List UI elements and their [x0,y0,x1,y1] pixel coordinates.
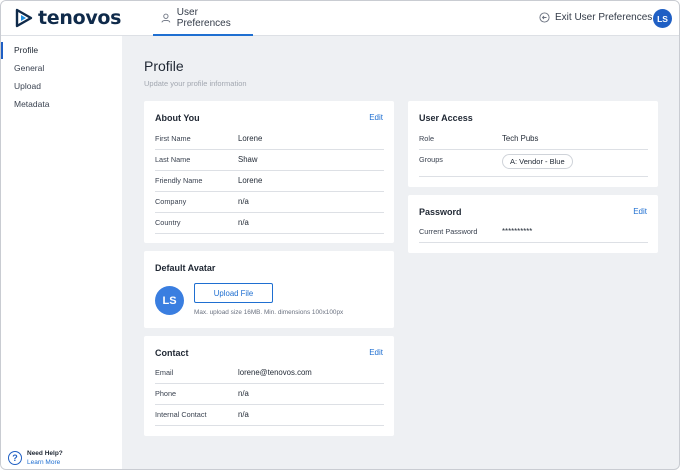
password-edit-link[interactable]: Edit [633,207,647,216]
about-you-card: About You Edit First Name Lorene Last Na… [144,101,394,243]
role-label: Role [419,134,435,143]
logo[interactable]: tenovos [15,7,122,29]
role-row: Role Tech Pubs [419,129,648,150]
field-value: Lorene [238,176,263,185]
field-row: Phone n/a [155,384,384,405]
logo-text: tenovos [38,7,122,29]
card-title: User Access [419,113,473,123]
tenovos-logo-icon [15,8,33,28]
user-access-card: User Access Role Tech Pubs Groups A: Ven… [408,101,658,187]
field-value: Lorene [238,134,263,143]
field-label: Email [155,368,174,377]
help-title: Need Help? [27,450,63,457]
password-value: ********** [502,227,533,236]
field-value: Shaw [238,155,258,164]
groups-label: Groups [419,155,443,164]
learn-more-link[interactable]: Learn More [27,458,63,467]
upload-note: Max. upload size 16MB. Min. dimensions 1… [194,309,344,316]
default-avatar-card: Default Avatar LS Upload File Max. uploa… [144,251,394,328]
card-title: Contact [155,348,189,358]
field-value: n/a [238,197,249,206]
field-label: Phone [155,389,177,398]
field-value: n/a [238,389,249,398]
password-label: Current Password [419,227,478,236]
help-link[interactable]: ? Need Help? Learn More [8,449,63,467]
help-icon: ? [8,451,22,465]
field-label: First Name [155,134,191,143]
groups-row: Groups A: Vendor - Blue [419,150,648,177]
field-row: Country n/a [155,213,384,234]
card-title: Password [419,207,462,217]
field-row: Email lorene@tenovos.com [155,363,384,384]
page-subtitle: Update your profile information [144,79,247,88]
sidebar-item-metadata[interactable]: Metadata [1,96,122,113]
field-value: lorene@tenovos.com [238,368,312,377]
contact-card: Contact Edit Email lorene@tenovos.com Ph… [144,336,394,436]
user-icon [161,13,171,23]
exit-icon [539,12,550,23]
tab-label: User Preferences [176,6,231,29]
field-label: Internal Contact [155,410,207,419]
password-row: Current Password ********** [419,222,648,243]
tab-user-preferences[interactable]: User Preferences [153,1,253,36]
avatar-preview: LS [155,286,184,315]
exit-preferences-link[interactable]: Exit User Preferences [539,12,652,23]
user-avatar[interactable]: LS [653,9,672,28]
field-row: Company n/a [155,192,384,213]
field-row: First Name Lorene [155,129,384,150]
field-label: Country [155,218,181,227]
upload-file-button[interactable]: Upload File [194,283,273,303]
top-header: tenovos User Preferences Exit User Prefe… [1,1,679,36]
sidebar-item-profile[interactable]: Profile [1,42,122,59]
contact-edit-link[interactable]: Edit [369,348,383,357]
sidebar: Profile General Upload Metadata [1,36,122,469]
about-edit-link[interactable]: Edit [369,113,383,122]
card-title: About You [155,113,200,123]
sidebar-item-general[interactable]: General [1,60,122,77]
field-value: n/a [238,218,249,227]
field-value: n/a [238,410,249,419]
sidebar-item-upload[interactable]: Upload [1,78,122,95]
card-title: Default Avatar [155,263,216,273]
field-row: Friendly Name Lorene [155,171,384,192]
password-card: Password Edit Current Password *********… [408,195,658,253]
role-value: Tech Pubs [502,134,539,143]
field-row: Last Name Shaw [155,150,384,171]
exit-label: Exit User Preferences [555,12,653,23]
group-tag: A: Vendor - Blue [502,154,573,169]
field-row: Internal Contact n/a [155,405,384,426]
field-label: Last Name [155,155,191,164]
field-label: Friendly Name [155,176,203,185]
page-title: Profile [144,58,184,74]
app-window: tenovos User Preferences Exit User Prefe… [0,0,680,470]
field-label: Company [155,197,187,206]
